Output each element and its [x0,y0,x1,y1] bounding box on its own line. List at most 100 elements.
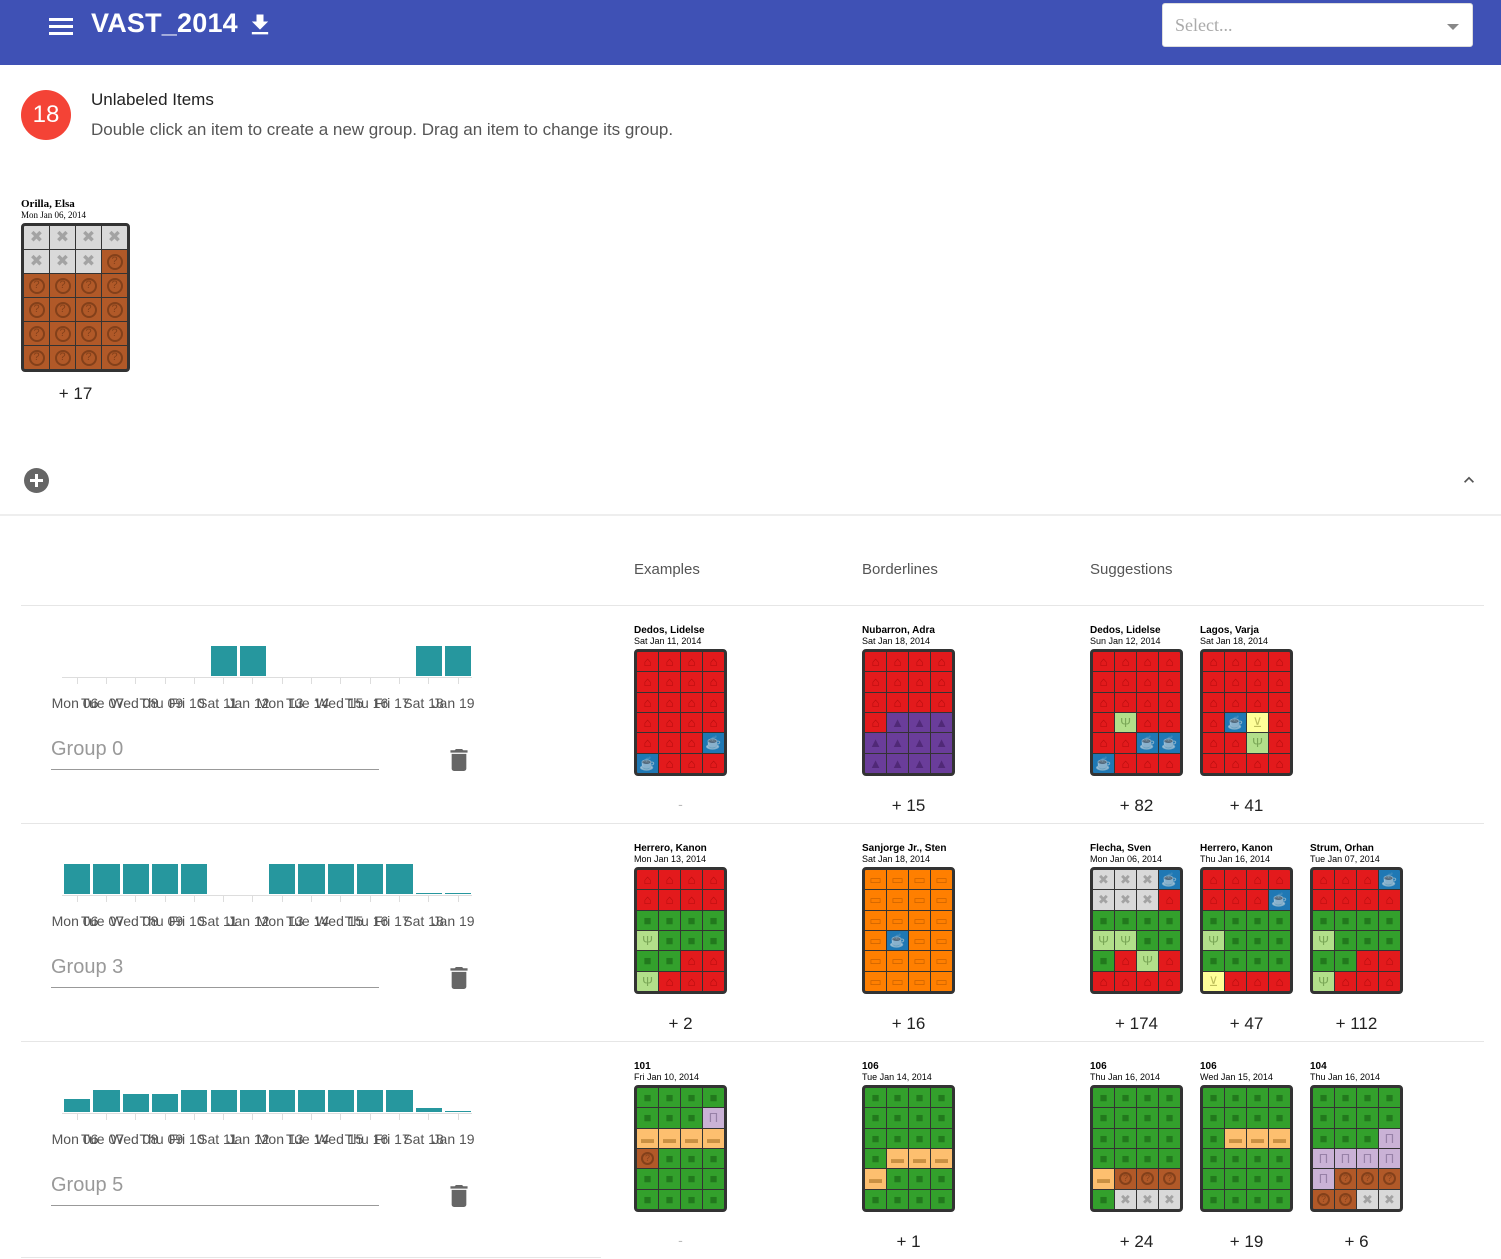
bag-cell: ■ [1225,1108,1246,1128]
x-icon: ✖ [1120,1191,1131,1207]
bag-cell: ■ [909,1189,930,1209]
home-cell: ⌂ [1379,951,1400,971]
home-cell: ⌂ [931,652,952,672]
bag-icon: ■ [1253,1090,1262,1106]
item-glyph-grid[interactable]: ⌂ ⌂ ⌂ ⌂ ⌂ ⌂ ⌂ ⌂ ⌂ ⌂ ⌂ ⌂ ⌂ Ψ ⌂ ⌂ ⌂ ⌂ ☕ ☕ ☕ ⌂ ⌂ ⌂ [1090,649,1183,776]
truck-icon: ▬ [913,1151,926,1167]
trash-icon[interactable] [450,749,468,771]
item-glyph-grid[interactable]: ■ ■ ■ ■ ■ ■ ■ ■ ■ ■ ■ Π Π Π Π Π Π????? ✖ ✖ [1310,1085,1403,1212]
unlabeled-title: Unlabeled Items [91,90,214,109]
group-row-divider [21,1257,601,1258]
histogram-tick [281,678,283,684]
histogram-tick [457,896,459,902]
home-icon: ⌂ [915,654,924,670]
item-glyph-grid[interactable]: ■ ■ ■ ■ ■ ■ ■ Π ▬ ▬ ▬ ▬? ■ ■ ■ ■ ■ ■ ■ ■ ■ ■ ■ [634,1085,727,1212]
chevron-up-icon[interactable] [1458,470,1480,490]
home-cell: ⌂ [1137,971,1158,991]
home-icon: ⌂ [687,973,696,989]
home-cell: ⌂ [1159,951,1180,971]
bed-icon: ▭ [913,892,926,908]
item-name: 104 [1310,1061,1327,1072]
bag-icon: ■ [1275,1151,1284,1167]
home-icon: ⌂ [1363,892,1372,908]
item-glyph-grid[interactable]: ⌂ ⌂ ⌂ ⌂ ⌂ ⌂ ⌂ ⌂ ⌂ ⌂ ⌂ ⌂ ⌂ ▲ ▲ ▲ ▲ ▲ ▲ ▲ ▲ ▲ ▲ ▲ [862,649,955,776]
item-glyph-grid[interactable]: ⌂ ⌂ ⌂ ⌂ ⌂ ⌂ ⌂ ⌂ ⌂ ⌂ ⌂ ⌂ ⌂ ⌂ ⌂ ⌂ ⌂ ⌂ ⌂ ☕ ☕ ⌂ ⌂ ⌂ [634,649,727,776]
truck-icon: ▬ [1251,1130,1264,1146]
q-cell: ? [1137,1169,1158,1189]
home-icon: ⌂ [1165,674,1174,690]
download-icon[interactable] [246,11,274,39]
item-glyph-grid[interactable]: ⌂ ⌂ ⌂ ⌂ ⌂ ⌂ ⌂ ☕ ■ ■ ■ ■ Ψ ■ ■ ■ ■ ■ ■ ■ ⊻ ⌂ ⌂ ⌂ [1200,867,1293,994]
group-name-input[interactable]: Group 0 [51,738,123,761]
food-cell: Ψ [1313,930,1334,951]
coffee-icon: ☕ [705,735,722,751]
bag-icon: ■ [893,1130,902,1146]
bag-icon: ■ [1121,1090,1130,1106]
home-cell: ⌂ [1247,753,1268,773]
x-icon: ✖ [1120,892,1131,908]
menu-icon[interactable] [46,14,76,38]
item-glyph-grid[interactable]: ▭ ▭ ▭ ▭ ▭ ▭ ▭ ▭ ▭ ▭ ▭ ▭ ▭ ☕ ▭ ▭ ▭ ▭ ▭ ▭ ▭ ▭ ▭ ▭ [862,867,955,994]
item-glyph-grid[interactable]: ⌂ ⌂ ⌂ ☕ ⌂ ⌂ ⌂ ⌂ ■ ■ ■ ■ Ψ ■ ■ ■ ■ ■ ⌂ ⌂ Ψ ⌂ ⌂ ⌂ [1310,867,1403,994]
bag-cell: ■ [1335,1128,1356,1148]
bag-cell: ■ [1159,910,1180,930]
home-icon: ⌂ [665,694,674,710]
item-glyph-grid[interactable]: ✖ ✖ ✖ ☕ ✖ ✖ ✖ ⌂ ■ ■ ■ ■ Ψ Ψ ■ ■ ■ ⌂ Ψ ⌂ ⌂ ⌂ ⌂ ⌂ [1090,867,1183,994]
item-glyph-grid[interactable]: ■ ■ ■ ■ ■ ■ ■ ■ ■ ■ ■ ■ ■ ■ ■ ■ ▬??? ■ ✖ ✖ ✖ [1090,1085,1183,1212]
bag-icon: ■ [1275,1110,1284,1126]
item-glyph-grid[interactable]: ✖ ✖ ✖ ✖ ✖ ✖ ✖????????????????? [21,223,130,372]
item-glyph-grid[interactable]: ■ ■ ■ ■ ■ ■ ■ ■ ■ ▬ ▬ ▬ ■ ■ ■ ■ ■ ■ ■ ■ ■ ■ ■ ■ [1200,1085,1293,1212]
home-icon: ⌂ [687,674,696,690]
tree-icon: ▲ [913,715,926,731]
group-name-input[interactable]: Group 5 [51,1174,123,1197]
bag-cell: ■ [1313,910,1334,930]
histogram-bar [415,646,442,676]
chevron-down-icon [1447,24,1459,30]
trash-icon[interactable] [450,1185,468,1207]
bag-cell: ■ [1225,1169,1246,1189]
bag-icon: ■ [709,1090,718,1106]
trash-icon[interactable] [450,967,468,989]
q-cell: ? [76,322,101,345]
home-cell: ⌂ [1159,753,1180,773]
dataset-select[interactable]: Select... [1162,3,1473,47]
bag-icon: ■ [937,1110,946,1126]
truck-icon: ▬ [935,1151,948,1167]
bag-icon: ■ [1209,1151,1218,1167]
q-icon: ? [28,277,45,294]
bag-icon: ■ [687,1171,696,1187]
bag-icon: ■ [1099,1130,1108,1146]
item-glyph-grid[interactable]: ⌂ ⌂ ⌂ ⌂ ⌂ ⌂ ⌂ ⌂ ■ ■ ■ ■ Ψ ■ ■ ■ ■ ■ ⌂ ⌂ Ψ ⌂ ⌂ ⌂ [634,867,727,994]
bag-cell: ■ [1203,951,1224,971]
home-cell: ⌂ [1093,712,1114,733]
bag-cell: ■ [659,930,680,951]
add-group-button[interactable] [24,468,49,493]
bag-cell: ■ [1137,1128,1158,1148]
bag-cell: ■ [1203,910,1224,930]
truck-cell: ▬ [909,1148,930,1169]
shop-icon: ⊻ [1252,715,1263,731]
histogram-tick [223,896,225,902]
tree-icon: ▲ [891,715,904,731]
home-icon: ⌂ [1143,973,1152,989]
bank-icon: Π [1318,1171,1329,1187]
bag-cell: ■ [1357,1128,1378,1148]
group-name-input[interactable]: Group 3 [51,956,123,979]
q-cell: ? [50,346,75,369]
bag-icon: ■ [1319,1110,1328,1126]
bag-cell: ■ [887,1128,908,1148]
item-glyph-grid[interactable]: ■ ■ ■ ■ ■ ■ ■ ■ ■ ■ ■ ■ ■ ▬ ▬ ▬ ▬ ■ ■ ■ ■ ■ ■ ■ [862,1085,955,1212]
bag-cell: ■ [1093,1148,1114,1169]
bed-icon: ▭ [913,933,926,949]
histogram-bar [122,1094,149,1112]
coffee-cell: ☕ [1269,890,1290,910]
bag-cell: ■ [1247,1189,1268,1209]
shop-cell: ⊻ [1247,712,1268,733]
bag-icon: ■ [665,912,674,928]
bag-icon: ■ [1319,912,1328,928]
group-row-divider [21,605,1484,606]
unlabeled-count-badge: 18 [21,90,71,140]
home-icon: ⌂ [1253,694,1262,710]
item-glyph-grid[interactable]: ⌂ ⌂ ⌂ ⌂ ⌂ ⌂ ⌂ ⌂ ⌂ ⌂ ⌂ ⌂ ⌂ ☕ ⊻ ⌂ ⌂ ⌂ Ψ ⌂ ⌂ ⌂ ⌂ ⌂ [1200,649,1293,776]
x-icon: ✖ [55,252,70,270]
